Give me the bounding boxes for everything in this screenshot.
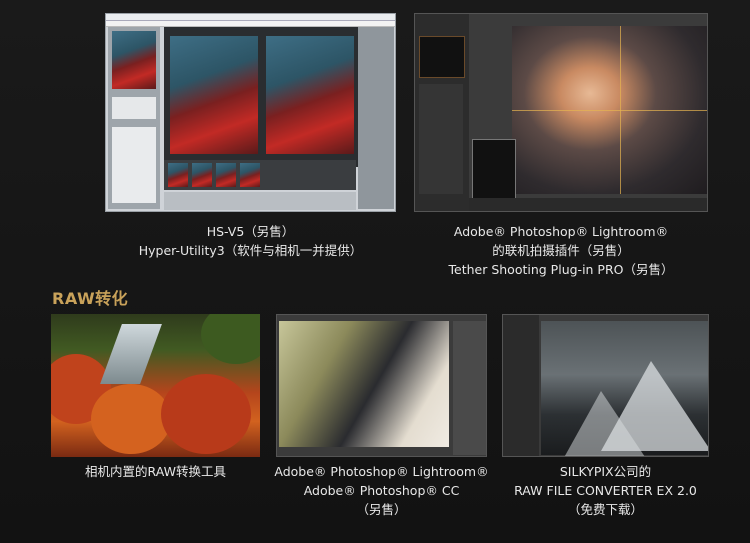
left-panel (108, 27, 160, 209)
caption-line: Hyper-Utility3（软件与相机一并提供） (138, 243, 363, 258)
lightroom-tether-screenshot (414, 13, 708, 212)
histogram (112, 97, 156, 119)
caption-line: Adobe® Photoshop® CC (303, 483, 460, 498)
hs-v5-screenshot (105, 13, 396, 212)
caption-line: 的联机拍摄插件（另售） (492, 243, 630, 258)
window-titlebar (106, 14, 395, 21)
left-panel (415, 14, 469, 211)
caption-line: （另售） (356, 502, 407, 517)
caption-line: HS-V5（另售） (206, 224, 295, 239)
section-title: RAW转化 (52, 289, 129, 308)
caption-line: Adobe® Photoshop® Lightroom® (453, 224, 669, 239)
caption-silkypix: SILKYPIX公司的 RAW FILE CONVERTER EX 2.0 （免… (492, 462, 719, 519)
composition-guide (512, 110, 707, 111)
photo-right (266, 36, 354, 154)
tether-control-overlay[interactable] (472, 139, 516, 201)
caption-hs-v5: HS-V5（另售） Hyper-Utility3（软件与相机一并提供） (105, 222, 396, 260)
silkypix-screenshot (502, 314, 709, 457)
caption-line: SILKYPIX公司的 (559, 464, 652, 479)
photo-left (170, 36, 258, 154)
settings-list (112, 127, 156, 203)
caption-lightroom-tether: Adobe® Photoshop® Lightroom® 的联机拍摄插件（另售）… (414, 222, 708, 279)
caption-line: 相机内置的RAW转换工具 (85, 464, 226, 479)
right-panel (358, 27, 394, 209)
preview-thumbnail (112, 31, 156, 89)
mountain-photo (541, 321, 708, 456)
filmstrip-thumbnail[interactable] (192, 163, 212, 187)
filmstrip-thumbnail[interactable] (240, 163, 260, 187)
filmstrip-thumbnail[interactable] (216, 163, 236, 187)
bottom-toolbar (469, 198, 707, 211)
right-panel (453, 321, 486, 455)
navigator-preview (419, 36, 465, 78)
wedding-lightroom-screenshot (276, 314, 487, 457)
develop-controls (419, 84, 463, 194)
caption-line: Tether Shooting Plug-in PRO（另售） (448, 262, 674, 277)
caption-line: RAW FILE CONVERTER EX 2.0 (514, 483, 697, 498)
caption-line: （免费下载） (567, 502, 643, 517)
autumn-waterfall-image (51, 314, 260, 457)
filmstrip-thumbnail[interactable] (168, 163, 188, 187)
wedding-photo (279, 321, 449, 447)
caption-line: Adobe® Photoshop® Lightroom® (274, 464, 489, 479)
caption-in-camera-raw: 相机内置的RAW转换工具 (51, 462, 260, 481)
caption-adobe-raw: Adobe® Photoshop® Lightroom® Adobe® Phot… (266, 462, 497, 519)
bottom-toolbar (164, 192, 356, 210)
left-panel (503, 315, 539, 456)
